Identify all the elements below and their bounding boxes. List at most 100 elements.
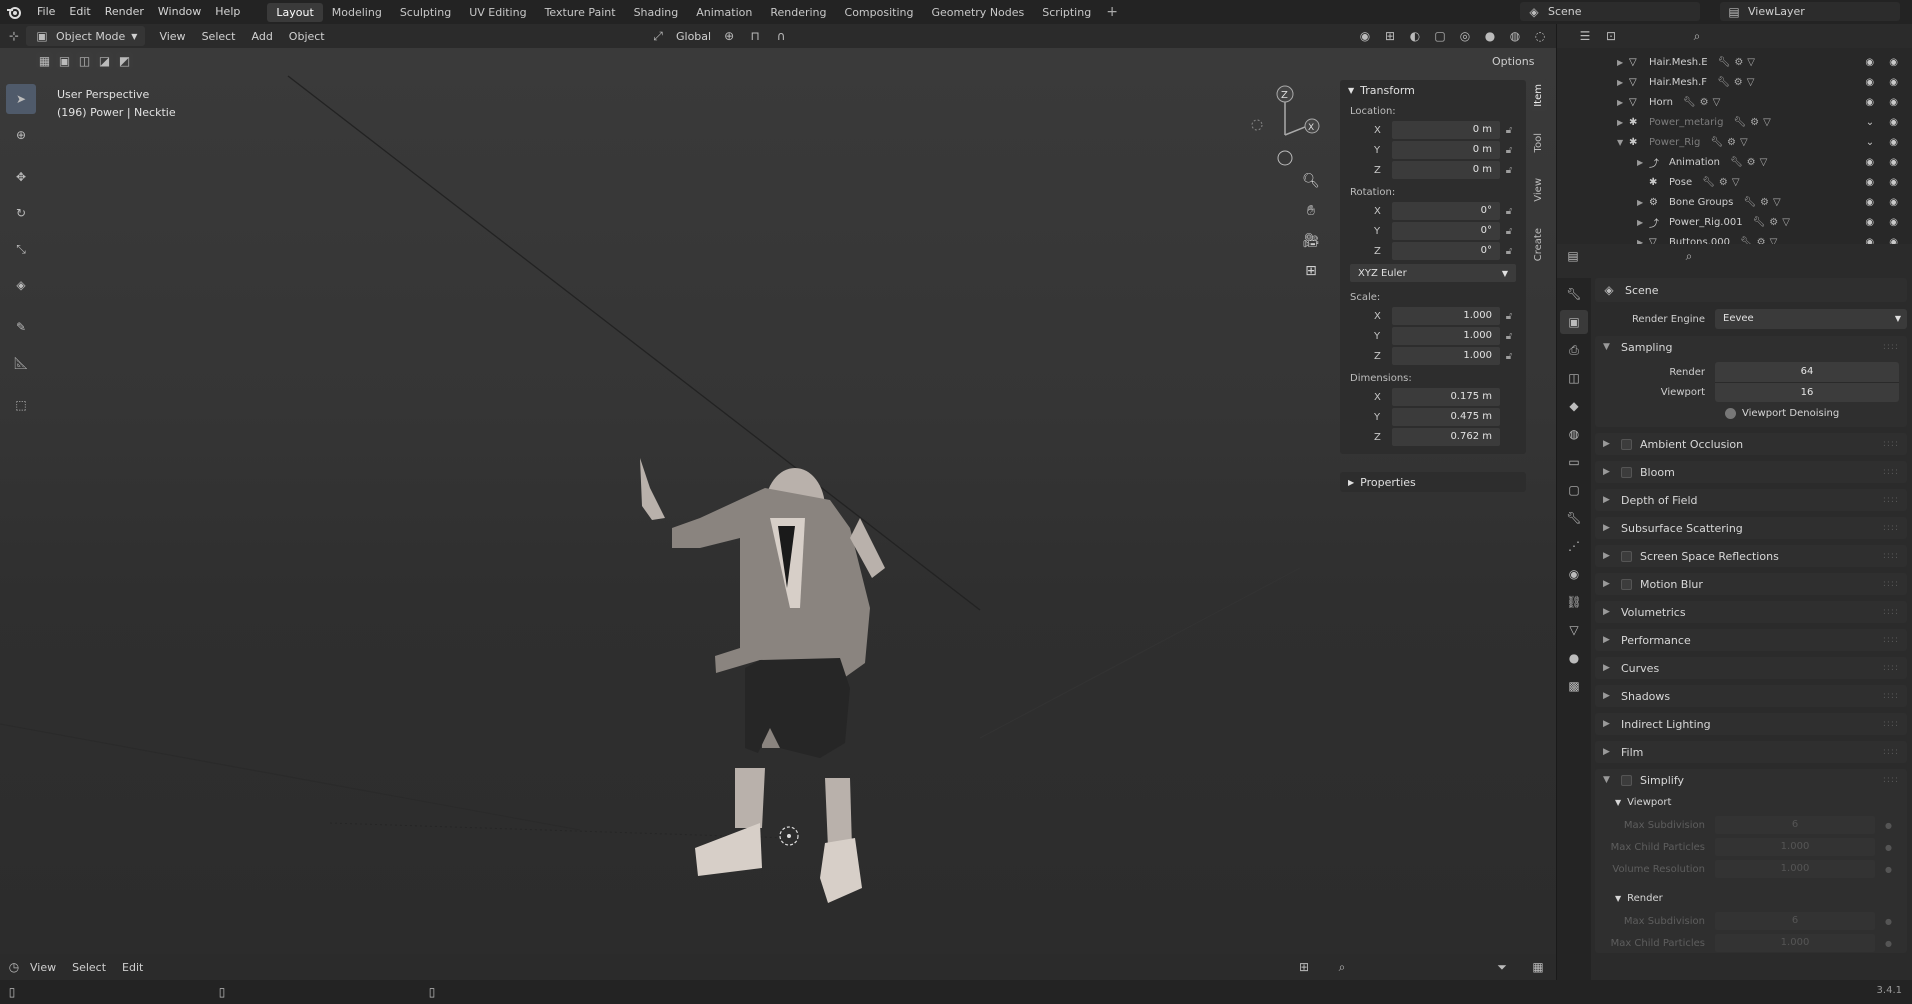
lock-icon[interactable]: 🔓︎	[1500, 246, 1518, 257]
panel-checkbox[interactable]	[1621, 438, 1632, 450]
material-tab-icon[interactable]: ●	[1560, 646, 1588, 670]
select-box-tool[interactable]: ➤	[6, 84, 36, 114]
lock-icon[interactable]: 🔓︎	[1500, 145, 1518, 156]
panel-header[interactable]: ▶ Motion Blur::::	[1595, 573, 1907, 595]
data-tab-icon[interactable]: ▽	[1560, 618, 1588, 642]
lock-icon[interactable]: 🔓︎	[1500, 331, 1518, 342]
physics-tab-icon[interactable]: ◉	[1560, 562, 1588, 586]
select-invert-icon[interactable]: ◪	[96, 52, 113, 69]
expand-icon[interactable]: ▼	[1617, 138, 1629, 147]
options-button[interactable]: Options	[1492, 55, 1534, 68]
location-z-field[interactable]: 0 m	[1392, 161, 1500, 179]
visibility-icon[interactable]: ◉ ◉	[1865, 177, 1904, 188]
viewport-menu-add[interactable]: Add	[244, 28, 281, 45]
keying-icon[interactable]: ▦	[1530, 959, 1546, 975]
simplify-field-value[interactable]: 1.000	[1715, 838, 1875, 856]
rendered-shading-icon[interactable]: ◌	[1532, 28, 1548, 44]
simplify-header[interactable]: ▼ Simplify ::::	[1595, 769, 1907, 791]
timeline-editor-icon[interactable]: ◷	[6, 959, 22, 975]
expand-icon[interactable]: ▶	[1617, 98, 1629, 107]
rotation-mode-dropdown[interactable]: XYZ Euler ▼	[1350, 264, 1516, 282]
tab-modeling[interactable]: Modeling	[323, 3, 391, 22]
visibility-icon[interactable]: ◉ ◉	[1865, 197, 1904, 208]
drag-handle-icon[interactable]: ::::	[1883, 439, 1899, 449]
move-tool[interactable]: ✥	[6, 162, 36, 192]
sampling-header[interactable]: ▼ Sampling ::::	[1595, 336, 1907, 358]
modifier-tab-icon[interactable]: 🔧︎	[1560, 506, 1588, 530]
sidebar-tab-item[interactable]: Item	[1530, 80, 1547, 111]
drag-handle-icon[interactable]: ::::	[1883, 775, 1899, 785]
sidebar-tab-create[interactable]: Create	[1530, 224, 1547, 265]
visibility-icon[interactable]: ◉ ◉	[1865, 97, 1904, 108]
cursor-tool[interactable]: ⊕	[6, 120, 36, 150]
expand-icon[interactable]: ▶	[1617, 78, 1629, 87]
render-engine-dropdown[interactable]: Eevee ▼	[1715, 309, 1907, 329]
sidebar-tab-view[interactable]: View	[1530, 174, 1547, 206]
keyframe-dot-icon[interactable]: ●	[1885, 939, 1892, 948]
panel-checkbox[interactable]	[1621, 466, 1632, 478]
rotation-x-field[interactable]: 0°	[1392, 202, 1500, 220]
view-layer-tab-icon[interactable]: ◫	[1560, 366, 1588, 390]
drag-handle-icon[interactable]: ::::	[1883, 691, 1899, 701]
overlay-icon[interactable]: ◐	[1407, 28, 1423, 44]
outliner-row[interactable]: ▶ ⤴ Animation 🔧︎⚙▽ ◉ ◉	[1557, 152, 1912, 172]
constraint-tab-icon[interactable]: ⛓︎	[1560, 590, 1588, 614]
select-set-icon[interactable]: ▦	[36, 52, 53, 69]
expand-icon[interactable]: ▶	[1637, 198, 1649, 207]
outliner-row[interactable]: ▼ ✱ Power_Rig 🔧︎⚙▽ ⌄ ◉	[1557, 132, 1912, 152]
tool-tab-icon[interactable]: 🔧︎	[1560, 282, 1588, 306]
zoom-icon[interactable]: 🔍︎	[1298, 168, 1324, 194]
visibility-icon[interactable]: ⌄ ◉	[1866, 117, 1904, 128]
viewlayer-selector[interactable]: ▤ ViewLayer	[1720, 2, 1900, 21]
visibility-icon[interactable]: ◉ ◉	[1865, 77, 1904, 88]
scale-x-field[interactable]: 1.000	[1392, 307, 1500, 325]
drag-handle-icon[interactable]: ::::	[1883, 579, 1899, 589]
viewport-samples-field[interactable]: 16	[1715, 382, 1899, 402]
orientation-dropdown[interactable]: Global	[676, 30, 711, 43]
camera-icon[interactable]: 🎥︎	[1298, 228, 1324, 254]
viewport-denoising-checkbox[interactable]: Viewport Denoising	[1725, 408, 1899, 419]
drag-handle-icon[interactable]: ::::	[1883, 663, 1899, 673]
visibility-icon[interactable]: ◉ ◉	[1865, 57, 1904, 68]
properties-editor-icon[interactable]: ▤	[1565, 248, 1581, 264]
expand-icon[interactable]: ▶	[1617, 118, 1629, 127]
outliner-row[interactable]: ▶ ⤴ Power_Rig.001 🔧︎⚙▽ ◉ ◉	[1557, 212, 1912, 232]
location-y-field[interactable]: 0 m	[1392, 141, 1500, 159]
simplify-field-value[interactable]: 1.000	[1715, 934, 1875, 952]
properties-header[interactable]: ▶ Properties	[1340, 472, 1526, 492]
panel-checkbox[interactable]	[1621, 550, 1632, 562]
drag-handle-icon[interactable]: ::::	[1883, 607, 1899, 617]
panel-header[interactable]: ▶ Screen Space Reflections::::	[1595, 545, 1907, 567]
menu-render[interactable]: Render	[98, 0, 151, 24]
editor-type-icon[interactable]: ⊹	[6, 28, 22, 44]
collection-tab-icon[interactable]: ▭	[1560, 450, 1588, 474]
texture-tab-icon[interactable]: ▩	[1560, 674, 1588, 698]
timeline-menu-view[interactable]: View	[22, 961, 64, 974]
keyframe-dot-icon[interactable]: ●	[1885, 821, 1892, 830]
scale-tool[interactable]: ⤡	[6, 234, 36, 264]
outliner-row[interactable]: ▶ ▽ Hair.Mesh.F 🔧︎⚙▽ ◉ ◉	[1557, 72, 1912, 92]
panel-checkbox[interactable]	[1621, 578, 1632, 590]
tab-geometry-nodes[interactable]: Geometry Nodes	[922, 3, 1033, 22]
visibility-icon[interactable]: ⌄ ◉	[1866, 137, 1904, 148]
viewport-menu-object[interactable]: Object	[281, 28, 333, 45]
panel-header[interactable]: ▶ Subsurface Scattering::::	[1595, 517, 1907, 539]
simplify-field-value[interactable]: 1.000	[1715, 860, 1875, 878]
simplify-field-value[interactable]: 6	[1715, 816, 1875, 834]
menu-window[interactable]: Window	[151, 0, 208, 24]
tab-shading[interactable]: Shading	[625, 3, 688, 22]
outliner-row[interactable]: ▶ ✱ Power_metarig 🔧︎⚙▽ ⌄ ◉	[1557, 112, 1912, 132]
add-workspace-button[interactable]: +	[1100, 4, 1124, 20]
proportional-icon[interactable]: ∩	[773, 28, 789, 44]
gizmo-icon[interactable]: ⊞	[1382, 28, 1398, 44]
search-icon[interactable]: ⌕	[1681, 248, 1697, 264]
tab-sculpting[interactable]: Sculpting	[391, 3, 460, 22]
output-tab-icon[interactable]: ⎙	[1560, 338, 1588, 362]
dimensions-z-field[interactable]: 0.762 m	[1392, 428, 1500, 446]
select-intersect-icon[interactable]: ◩	[116, 52, 133, 69]
lock-icon[interactable]: 🔓︎	[1500, 206, 1518, 217]
outliner-row[interactable]: ▶ ▽ Hair.Mesh.E 🔧︎⚙▽ ◉ ◉	[1557, 52, 1912, 72]
particles-tab-icon[interactable]: ⋰	[1560, 534, 1588, 558]
scene-selector[interactable]: ◈ Scene	[1520, 2, 1700, 21]
drag-handle-icon[interactable]: ::::	[1883, 467, 1899, 477]
